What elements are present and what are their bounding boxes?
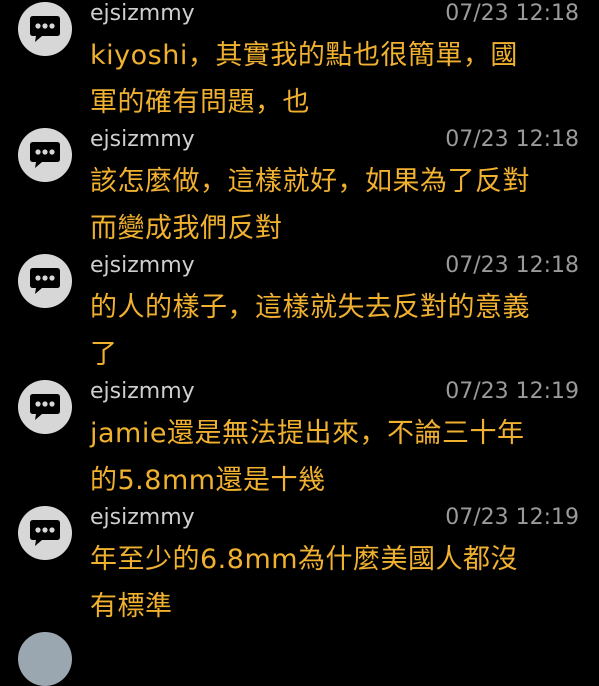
- avatar[interactable]: [18, 254, 72, 308]
- chat-bubble-icon: [30, 16, 60, 42]
- comment-text: kiyoshi，其實我的點也很簡單，國 軍的確有問題，也: [90, 32, 586, 126]
- comment-item[interactable]: ejsizmmy 07/23 12:18 該怎麼做，這樣就好，如果為了反對 而變…: [0, 126, 599, 252]
- comment-username[interactable]: ejsizmmy: [90, 1, 195, 27]
- avatar[interactable]: [18, 380, 72, 434]
- comment-item[interactable]: ejsizmmy 07/23 12:18 kiyoshi，其實我的點也很簡單，國…: [0, 0, 599, 126]
- comment-text: 該怎麼做，這樣就好，如果為了反對 而變成我們反對: [90, 158, 586, 252]
- avatar[interactable]: [18, 128, 72, 182]
- comment-item[interactable]: ejsizmmy 07/23 12:18 的人的樣子，這樣就失去反對的意義 了: [0, 252, 599, 378]
- avatar[interactable]: [18, 2, 72, 56]
- comment-text-line: 的人的樣子，這樣就失去反對的意義: [90, 292, 530, 323]
- comment-text-line: 年至少的6.8mm為什麼美國人都沒: [90, 544, 519, 575]
- comment-text-line: 有標準: [90, 591, 173, 622]
- comment-text: 的人的樣子，這樣就失去反對的意義 了: [90, 284, 586, 378]
- comment-text-line: jamie還是無法提出來，不論三十年: [90, 418, 525, 449]
- comment-username[interactable]: ejsizmmy: [90, 127, 195, 153]
- comment-text-line: kiyoshi，其實我的點也很簡單，國: [90, 40, 518, 71]
- comment-text-line: 了: [90, 339, 118, 370]
- chat-bubble-icon: [30, 394, 60, 420]
- comment-text: jamie還是無法提出來，不論三十年 的5.8mm還是十幾: [90, 410, 586, 504]
- chat-bubble-icon: [30, 268, 60, 294]
- comment-timestamp: 07/23 12:18: [445, 127, 579, 152]
- comment-username[interactable]: ejsizmmy: [90, 505, 195, 531]
- comment-timestamp: 07/23 12:18: [445, 1, 579, 26]
- comment-text-line: 的5.8mm還是十幾: [90, 465, 326, 496]
- chat-bubble-icon: [30, 142, 60, 168]
- avatar[interactable]: [18, 506, 72, 560]
- comment-item[interactable]: ejsizmmy 07/23 12:19 jamie還是無法提出來，不論三十年 …: [0, 378, 599, 504]
- comment-item-partial[interactable]: [0, 628, 599, 686]
- comment-text-line: 而變成我們反對: [90, 213, 283, 244]
- comment-timestamp: 07/23 12:18: [445, 253, 579, 278]
- comment-text: 年至少的6.8mm為什麼美國人都沒 有標準: [90, 536, 586, 630]
- comment-timestamp: 07/23 12:19: [445, 505, 579, 530]
- comment-timestamp: 07/23 12:19: [445, 379, 579, 404]
- chat-bubble-icon: [30, 520, 60, 546]
- comment-text-line: 軍的確有問題，也: [90, 87, 310, 118]
- comment-text-line: 該怎麼做，這樣就好，如果為了反對: [90, 166, 530, 197]
- comment-username[interactable]: ejsizmmy: [90, 253, 195, 279]
- avatar[interactable]: [18, 632, 72, 686]
- comment-username[interactable]: ejsizmmy: [90, 379, 195, 405]
- comment-item[interactable]: ejsizmmy 07/23 12:19 年至少的6.8mm為什麼美國人都沒 有…: [0, 504, 599, 630]
